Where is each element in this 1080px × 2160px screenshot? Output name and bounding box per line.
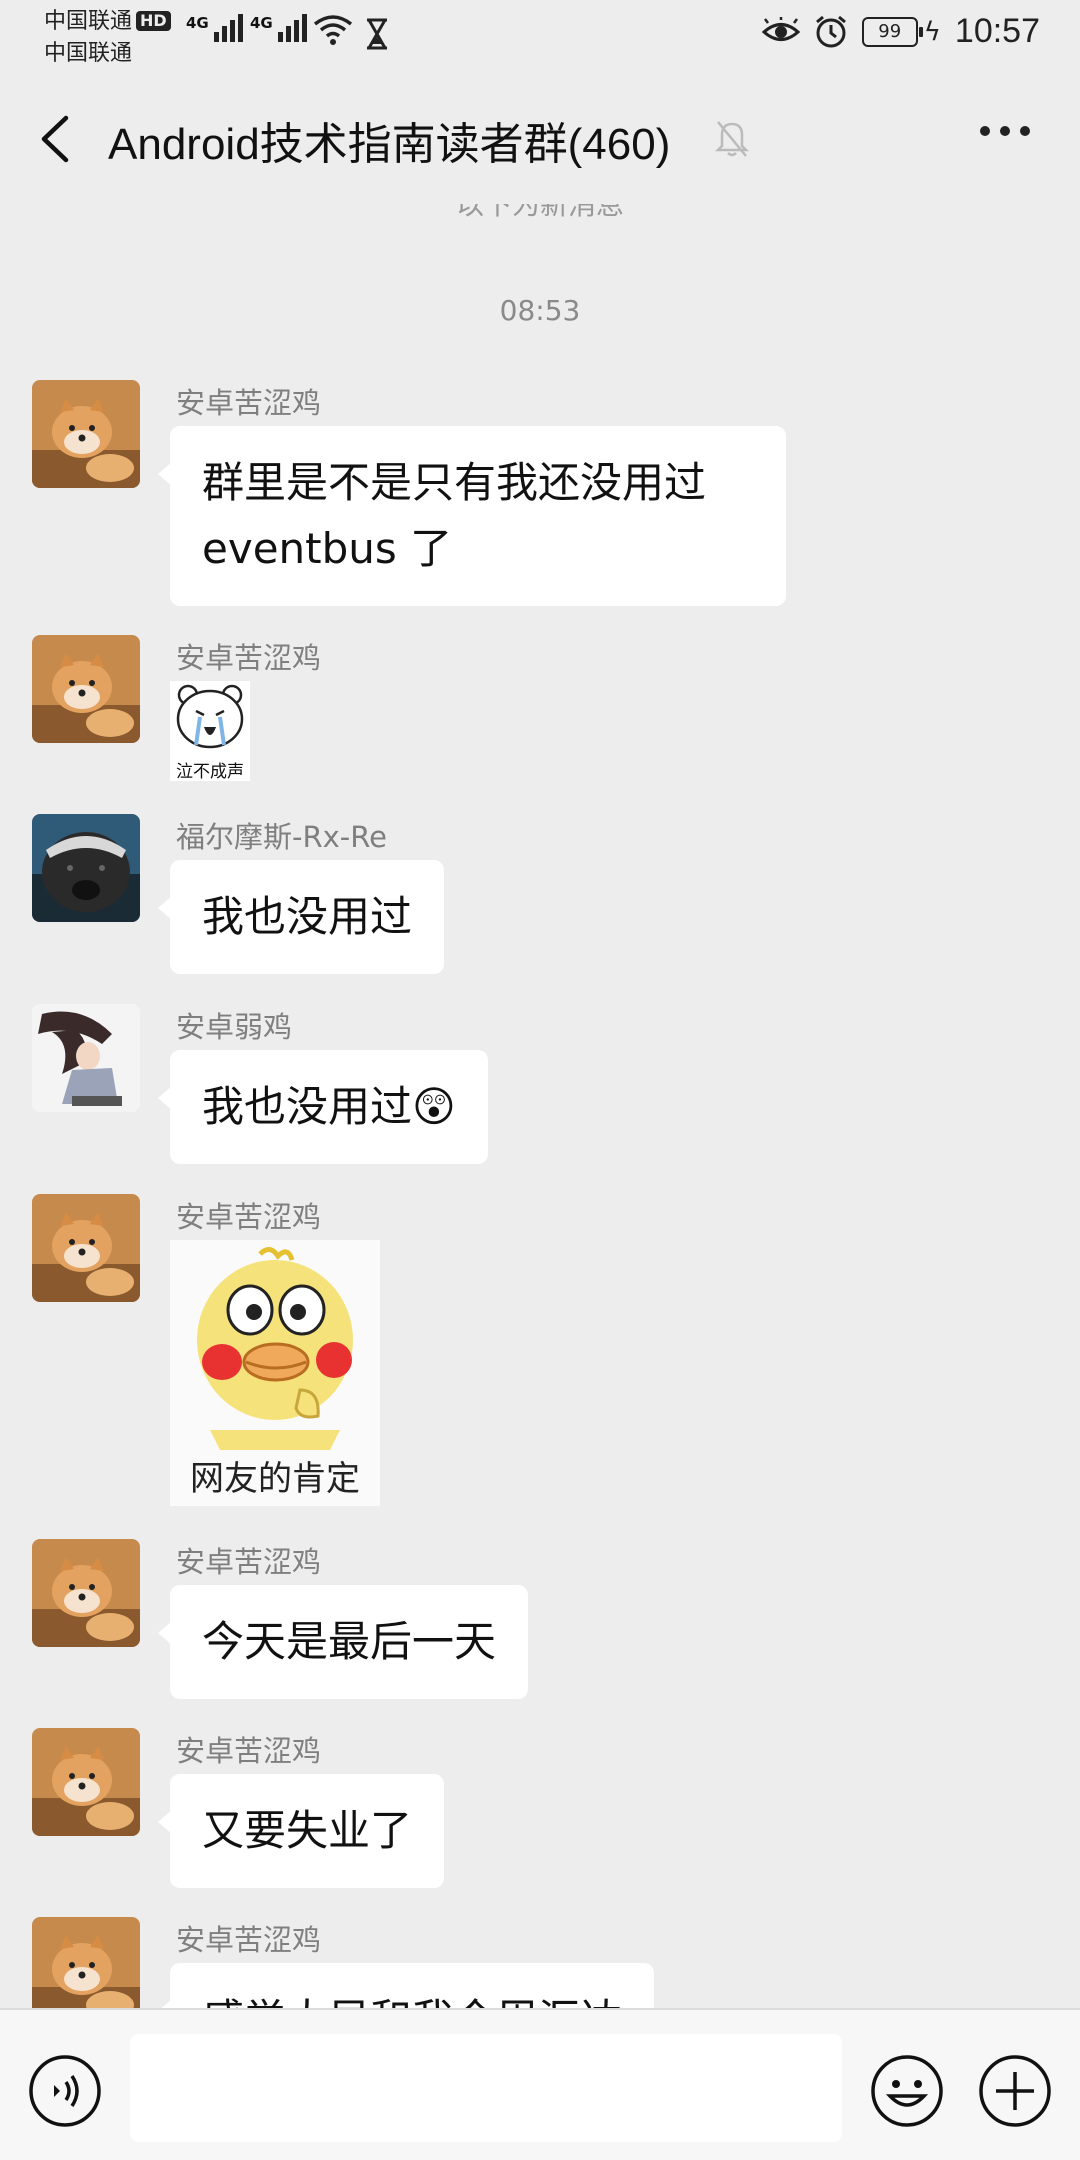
new-messages-divider: 以下为新消息 <box>0 204 1080 228</box>
clock: 10:57 <box>954 12 1040 50</box>
message-bubble[interactable]: 今天是最后一天 <box>157 1585 529 1699</box>
avatar-shiba[interactable] <box>32 1194 140 1302</box>
new-messages-label: 以下为新消息 <box>455 204 624 221</box>
sticker-crying-bear[interactable]: 泣不成声 <box>170 681 250 781</box>
sender-name: 安卓苦涩鸡 <box>176 1923 322 1957</box>
status-bar: 中国联通 HD 中国联通 4G 4G 99 ϟ 10:57 <box>0 0 1080 70</box>
message-bubble[interactable]: 感觉大早和我今周汇达 <box>157 1963 655 2008</box>
wifi-icon <box>313 15 353 45</box>
message-bubble[interactable]: 又要失业了 <box>157 1774 445 1888</box>
sender-name: 安卓苦涩鸡 <box>176 386 322 420</box>
network-type-2: 4G <box>250 14 273 32</box>
mute-bell-icon <box>714 121 750 157</box>
chat-messages[interactable]: 以下为新消息 08:53 安卓苦涩鸡 群里是不是只有我还没用过eventbus … <box>0 204 1080 2008</box>
hd-badge: HD <box>136 11 171 31</box>
avatar-shiba[interactable] <box>32 1539 140 1647</box>
sticker-duck[interactable]: 网友的肯定 <box>170 1240 380 1506</box>
carrier-info: 中国联通 HD 中国联通 <box>44 6 171 70</box>
sender-name: 安卓弱鸡 <box>176 1010 293 1044</box>
avatar-anime[interactable] <box>32 1004 140 1112</box>
message-timestamp: 08:53 <box>499 294 581 327</box>
sender-name: 安卓苦涩鸡 <box>176 1200 322 1234</box>
hourglass-icon <box>367 18 387 50</box>
more-options-button[interactable] <box>980 126 1030 136</box>
avatar-shiba[interactable] <box>32 1917 140 2008</box>
message-bubble[interactable]: 群里是不是只有我还没用过eventbus 了 <box>158 426 786 606</box>
plus-icon[interactable] <box>978 2054 1052 2128</box>
signal-2-icon: 4G <box>250 14 307 42</box>
message-bubble[interactable]: 我也没用过 <box>157 860 445 974</box>
carrier-2: 中国联通 <box>44 41 133 66</box>
dot-icon <box>1000 126 1010 136</box>
sender-name: 安卓苦涩鸡 <box>176 641 322 675</box>
eye-comfort-icon <box>761 16 800 41</box>
status-right: 99 ϟ 10:57 <box>761 12 1040 51</box>
sender-name: 安卓苦涩鸡 <box>176 1545 322 1579</box>
avatar-shiba[interactable] <box>32 635 140 743</box>
emoji-icon[interactable] <box>870 2054 944 2128</box>
signal-1-icon: 4G <box>186 14 243 42</box>
alarm-icon <box>815 15 846 47</box>
charging-icon: ϟ <box>923 16 941 47</box>
avatar-honey-badger[interactable] <box>32 814 140 922</box>
network-type-1: 4G <box>186 14 209 32</box>
title-bar: Android技术指南读者群(460) <box>0 70 1080 204</box>
surprised-emoji-icon: 😲 <box>412 1082 456 1131</box>
avatar-shiba[interactable] <box>32 1728 140 1836</box>
voice-input-icon[interactable] <box>28 2054 102 2128</box>
chat-title: Android技术指南读者群(460) <box>108 120 671 169</box>
back-arrow-icon[interactable] <box>36 114 76 164</box>
carrier-1: 中国联通 <box>44 9 133 34</box>
battery-indicator: 99 <box>861 16 923 47</box>
message-text: 我也没用过 <box>202 1082 413 1131</box>
sender-name: 安卓苦涩鸡 <box>176 1734 322 1768</box>
sender-name: 福尔摩斯-Rx-Re <box>176 820 387 854</box>
sticker-caption: 泣不成声 <box>176 762 244 781</box>
dot-icon <box>1020 126 1030 136</box>
message-bubble[interactable]: 我也没用过😲 <box>158 1050 488 1164</box>
sticker-caption: 网友的肯定 <box>190 1459 360 1499</box>
dot-icon <box>980 126 990 136</box>
input-bar <box>0 2008 1080 2160</box>
message-input[interactable] <box>130 2034 842 2142</box>
avatar-shiba[interactable] <box>32 380 140 488</box>
